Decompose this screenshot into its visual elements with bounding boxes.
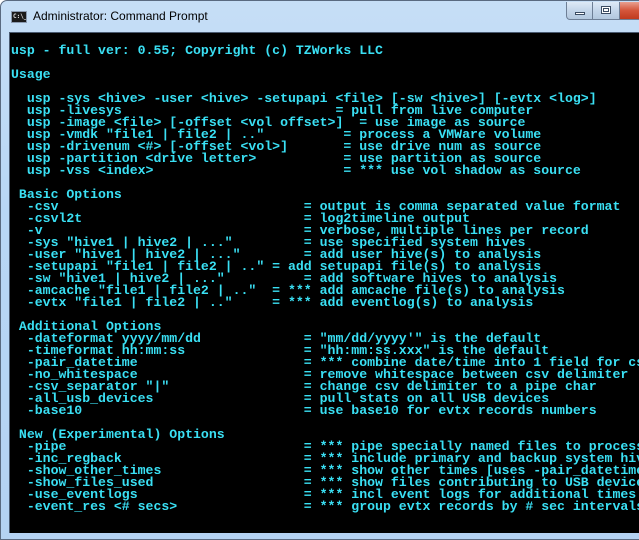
console-line: -base10 = use base10 for evtx records nu… xyxy=(11,403,597,418)
close-button[interactable] xyxy=(620,2,639,20)
console-line: -evtx "file1 | file2 | .." = *** add eve… xyxy=(11,295,534,310)
minimize-button[interactable] xyxy=(566,2,593,20)
maximize-icon xyxy=(601,6,611,14)
cmd-icon[interactable]: C:\_ xyxy=(11,11,27,23)
console-output[interactable]: usp - full ver: 0.55; Copyright (c) TZWo… xyxy=(9,32,639,533)
command-prompt-window: C:\_ Administrator: Command Prompt usp -… xyxy=(0,0,639,540)
maximize-button[interactable] xyxy=(593,2,620,20)
console-text: usp - full ver: 0.55; Copyright (c) TZWo… xyxy=(10,33,639,513)
console-line: usp - full ver: 0.55; Copyright (c) TZWo… xyxy=(11,43,383,58)
console-line: Usage xyxy=(11,67,51,82)
minimize-icon xyxy=(575,12,585,15)
title-bar[interactable]: C:\_ Administrator: Command Prompt xyxy=(1,1,639,32)
console-line: usp -vss <index> = *** use vol shadow as… xyxy=(11,163,581,178)
console-line: -event_res <# secs> = *** group evtx rec… xyxy=(11,499,639,514)
window-title: Administrator: Command Prompt xyxy=(33,9,208,23)
caption-buttons xyxy=(566,2,639,21)
